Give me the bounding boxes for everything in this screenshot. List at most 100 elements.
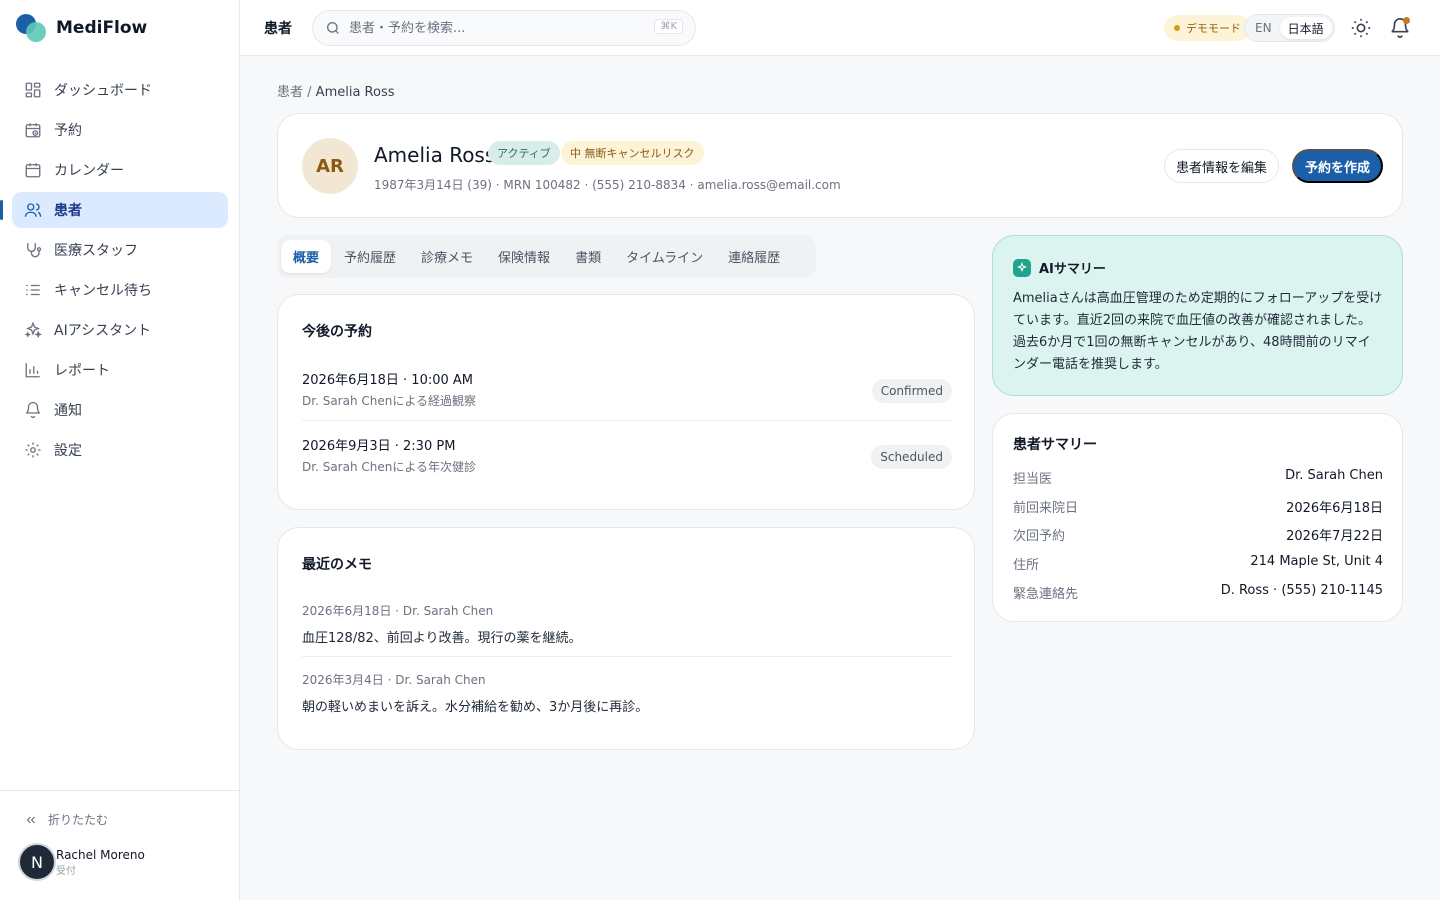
appointment-status-badge: Scheduled: [871, 445, 952, 469]
ai-summary-text: Ameliaさんは高血圧管理のため定期的にフォローアップを受けています。直近2回…: [1013, 291, 1383, 372]
ai-summary-card: AIサマリー Ameliaさんは高血圧管理のため定期的にフォローアップを受けてい…: [992, 235, 1403, 396]
lang-en-button[interactable]: EN: [1247, 17, 1280, 39]
notifications-button[interactable]: [1389, 17, 1411, 39]
gear-icon: [24, 441, 42, 459]
status-badge: アクティブ: [488, 141, 560, 165]
upcoming-appointments-card: 今後の予約 2026年6月18日 · 10:00 AM Dr. Sarah Ch…: [277, 294, 975, 510]
summary-label: 次回予約: [1013, 529, 1066, 544]
user-role: 受付: [56, 865, 76, 877]
sidebar-item-label: ダッシュボード: [54, 83, 152, 99]
appointment-row[interactable]: 2026年9月3日 · 2:30 PM Dr. Sarah Chenによる年次健…: [302, 435, 952, 487]
summary-label: 前回来院日: [1013, 501, 1079, 516]
breadcrumb: 患者 / Amelia Ross: [277, 81, 395, 100]
sidebar-item-label: 設定: [54, 443, 82, 459]
list-icon: [24, 281, 42, 299]
summary-label: 緊急連絡先: [1013, 587, 1079, 602]
collapse-button[interactable]: 折りたたむ: [24, 811, 108, 828]
avatar: N: [18, 843, 56, 881]
search-icon: [327, 22, 339, 34]
calendar-icon: [24, 161, 42, 179]
tab-insurance[interactable]: 保険情報: [486, 240, 562, 273]
tab-clinical-notes[interactable]: 診療メモ: [409, 240, 485, 273]
summary-row: 住所 214 Maple St, Unit 4: [1013, 554, 1383, 574]
sidebar-footer: 折りたたむ N Rachel Moreno 受付: [0, 790, 240, 900]
users-icon: [24, 201, 42, 219]
bell-icon: [24, 401, 42, 419]
sidebar-item-appointments[interactable]: 予約: [12, 112, 228, 148]
summary-label: 担当医: [1013, 472, 1053, 487]
patient-tabs: 概要 予約履歴 診療メモ 保険情報 書類 タイムライン 連絡履歴: [277, 235, 816, 278]
language-switcher: EN 日本語: [1244, 14, 1335, 42]
lang-ja-button[interactable]: 日本語: [1279, 17, 1332, 39]
summary-row: 前回来院日 2026年6月18日: [1013, 497, 1383, 517]
topbar: 患者 ⌘K デモモード EN 日本語: [240, 0, 1440, 56]
sidebar-item-waitlist[interactable]: キャンセル待ち: [12, 272, 228, 308]
bar-chart-icon: [24, 361, 42, 379]
tab-contact-history[interactable]: 連絡履歴: [716, 240, 792, 273]
sidebar-nav: ダッシュボード 予約 カレンダー 患者 医療スタッフ キャンセル待ち AIアシス…: [0, 72, 228, 472]
collapse-label: 折りたたむ: [48, 813, 109, 827]
patient-summary-card: 患者サマリー 担当医 Dr. Sarah Chen 前回来院日 2026年6月1…: [992, 413, 1403, 622]
recent-notes-card: 最近のメモ 2026年6月18日 · Dr. Sarah Chen 血圧128/…: [277, 527, 975, 750]
user-profile[interactable]: N Rachel Moreno 受付: [18, 843, 145, 881]
sparkles-icon: [1013, 258, 1031, 277]
patient-header-card: AR Amelia Ross アクティブ 中 無断キャンセルリスク 1987年3…: [277, 113, 1403, 218]
sidebar: MediFlow ダッシュボード 予約 カレンダー 患者 医療スタッフ キャンセ…: [0, 0, 240, 900]
logo-icon: [16, 14, 48, 42]
card-title: 患者サマリー: [1013, 437, 1097, 453]
user-info: Rachel Moreno 受付: [56, 848, 145, 877]
sidebar-item-patients[interactable]: 患者: [0, 192, 228, 228]
note-meta: 2026年6月18日 · Dr. Sarah Chen: [302, 604, 494, 618]
search-box[interactable]: ⌘K: [312, 10, 696, 46]
summary-row: 緊急連絡先 D. Ross · (555) 210-1145: [1013, 583, 1383, 603]
summary-value: 214 Maple St, Unit 4: [1250, 554, 1383, 569]
stethoscope-icon: [24, 241, 42, 259]
breadcrumb-parent[interactable]: 患者: [277, 85, 303, 100]
summary-row: 次回予約 2026年7月22日: [1013, 525, 1383, 545]
search-input[interactable]: [349, 20, 639, 36]
appointment-row[interactable]: 2026年6月18日 · 10:00 AM Dr. Sarah Chenによる経…: [302, 369, 952, 421]
ai-summary-header: AIサマリー: [1013, 258, 1106, 277]
sidebar-item-label: カレンダー: [54, 163, 124, 179]
brand[interactable]: MediFlow: [16, 14, 147, 42]
sidebar-item-reports[interactable]: レポート: [12, 352, 228, 388]
sidebar-item-staff[interactable]: 医療スタッフ: [12, 232, 228, 268]
page-title: 患者: [264, 21, 292, 37]
summary-row: 担当医 Dr. Sarah Chen: [1013, 468, 1383, 488]
card-title: 最近のメモ: [302, 557, 372, 573]
appointment-date: 2026年6月18日 · 10:00 AM: [302, 373, 473, 388]
demo-mode-badge: デモモード: [1164, 15, 1251, 41]
appointment-date: 2026年9月3日 · 2:30 PM: [302, 439, 456, 454]
sidebar-item-label: 予約: [54, 123, 82, 139]
chevrons-left-icon: [26, 816, 35, 823]
sidebar-item-label: キャンセル待ち: [54, 283, 152, 299]
sidebar-item-notifications[interactable]: 通知: [12, 392, 228, 428]
sidebar-item-dashboard[interactable]: ダッシュボード: [12, 72, 228, 108]
breadcrumb-separator: /: [303, 85, 316, 100]
theme-toggle-button[interactable]: [1350, 17, 1372, 39]
note-text: 朝の軽いめまいを訴え。水分補給を勧め、3か月後に再診。: [302, 700, 649, 715]
summary-label: 住所: [1013, 558, 1040, 573]
note-meta: 2026年3月4日 · Dr. Sarah Chen: [302, 673, 486, 687]
note-text: 血圧128/82、前回より改善。現行の薬を継続。: [302, 631, 582, 646]
patient-meta: 1987年3月14日 (39) · MRN 100482 · (555) 210…: [374, 178, 841, 192]
breadcrumb-current: Amelia Ross: [315, 85, 395, 100]
tab-appointment-history[interactable]: 予約履歴: [332, 240, 408, 273]
sidebar-item-settings[interactable]: 設定: [12, 432, 228, 468]
create-appointment-button[interactable]: 予約を作成: [1292, 149, 1384, 183]
summary-value: D. Ross · (555) 210-1145: [1220, 583, 1383, 598]
dashboard-icon: [24, 81, 42, 99]
tab-documents[interactable]: 書類: [563, 240, 613, 273]
tab-timeline[interactable]: タイムライン: [614, 240, 715, 273]
sidebar-item-label: 通知: [54, 403, 82, 419]
card-title: 今後の予約: [302, 324, 372, 340]
sidebar-item-ai[interactable]: AIアシスタント: [12, 312, 228, 348]
appointment-description: Dr. Sarah Chenによる年次健診: [302, 460, 476, 474]
calendar-clock-icon: [24, 121, 42, 139]
note-item: 2026年3月4日 · Dr. Sarah Chen 朝の軽いめまいを訴え。水分…: [302, 671, 952, 715]
sidebar-item-calendar[interactable]: カレンダー: [12, 152, 228, 188]
demo-mode-label: デモモード: [1186, 22, 1241, 35]
sidebar-item-label: AIアシスタント: [54, 323, 152, 339]
edit-patient-button[interactable]: 患者情報を編集: [1164, 149, 1280, 183]
tab-overview[interactable]: 概要: [281, 240, 332, 273]
